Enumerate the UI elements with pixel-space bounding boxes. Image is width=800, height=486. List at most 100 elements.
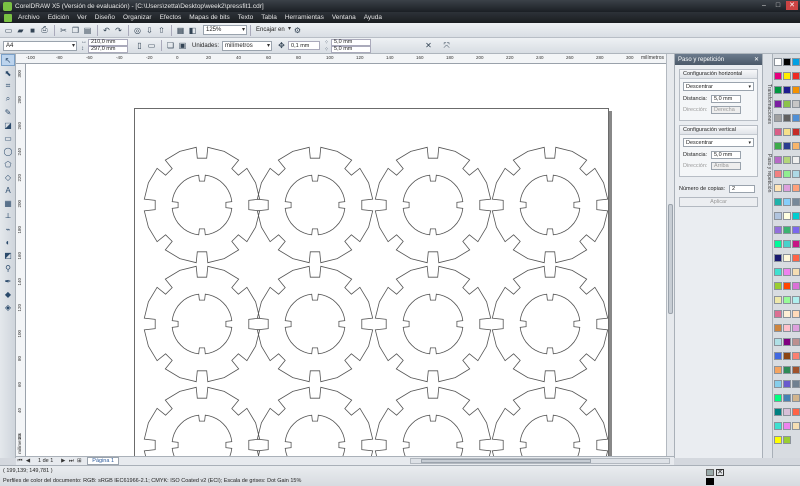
color-swatch[interactable] [774, 212, 782, 220]
app-launcher-icon[interactable]: ▦ [175, 25, 186, 36]
color-swatch[interactable] [774, 114, 782, 122]
horizontal-mode-dropdown[interactable]: Descentrar ▾ [683, 82, 754, 91]
landscape-icon[interactable]: ▭ [146, 40, 157, 51]
vertical-distance-field[interactable]: 5,0 mm [711, 151, 741, 159]
color-swatch[interactable] [783, 422, 791, 430]
color-swatch[interactable] [783, 128, 791, 136]
all-pages-icon[interactable]: ❏ [165, 40, 176, 51]
zoom-level-combo[interactable]: 125% ▾ [203, 25, 247, 35]
color-swatch[interactable] [792, 114, 800, 122]
color-swatch[interactable] [774, 296, 782, 304]
color-swatch[interactable] [792, 394, 800, 402]
redo-icon[interactable]: ↷ [113, 25, 124, 36]
nudge-distance-field[interactable]: 0,1 mm [288, 41, 321, 50]
current-page-icon[interactable]: ▣ [177, 40, 188, 51]
color-swatch[interactable] [774, 394, 782, 402]
drawing-page[interactable] [134, 108, 609, 456]
export-icon[interactable]: ⇧ [156, 25, 167, 36]
color-swatch[interactable] [783, 254, 791, 262]
color-swatch[interactable] [783, 366, 791, 374]
treat-as-filled-icon[interactable]: ⤧ [441, 40, 452, 51]
color-swatch[interactable] [792, 86, 800, 94]
gear-outline[interactable] [256, 386, 374, 456]
vertical-scrollbar[interactable] [666, 54, 674, 456]
freehand-tool-icon[interactable]: ✎ [1, 106, 15, 118]
menu-herramientas[interactable]: Herramientas [285, 14, 324, 21]
color-swatch[interactable] [783, 198, 791, 206]
table-tool-icon[interactable]: ▦ [1, 197, 15, 209]
outline-pen-icon[interactable]: ✒ [1, 275, 15, 287]
color-swatch[interactable] [774, 310, 782, 318]
horizontal-scroll-thumb[interactable] [421, 459, 591, 463]
color-swatch[interactable] [792, 296, 800, 304]
color-swatch[interactable] [792, 100, 800, 108]
color-swatch[interactable] [774, 324, 782, 332]
gear-inner-hole[interactable] [284, 174, 346, 236]
gear-inner-hole[interactable] [284, 293, 346, 355]
search-content-icon[interactable]: ◎ [132, 25, 143, 36]
color-swatch[interactable] [774, 436, 782, 444]
color-swatch[interactable] [774, 58, 782, 66]
color-swatch[interactable] [792, 226, 800, 234]
zoom-tool-icon[interactable]: ⌕ [1, 93, 15, 105]
menu-ayuda[interactable]: Ayuda [364, 14, 382, 21]
gear-inner-hole[interactable] [519, 174, 581, 236]
save-icon[interactable]: ■ [27, 25, 38, 36]
welcome-screen-icon[interactable]: ◧ [187, 25, 198, 36]
connector-tool-icon[interactable]: ⌁ [1, 223, 15, 235]
color-swatch[interactable] [783, 100, 791, 108]
close-button[interactable]: ✕ [786, 1, 798, 10]
color-swatch[interactable] [783, 268, 791, 276]
rectangle-tool-icon[interactable]: ▭ [1, 132, 15, 144]
shape-tool-icon[interactable]: ⬉ [1, 67, 15, 79]
transparency-tool-icon[interactable]: ◩ [1, 249, 15, 261]
interactive-fill-icon[interactable]: ◈ [1, 301, 15, 313]
color-swatch[interactable] [792, 422, 800, 430]
gear-outline[interactable] [143, 146, 261, 264]
color-swatch[interactable] [774, 268, 782, 276]
color-swatch[interactable] [774, 184, 782, 192]
color-swatch[interactable] [783, 408, 791, 416]
gear-outline[interactable] [143, 265, 261, 383]
undo-icon[interactable]: ↶ [101, 25, 112, 36]
next-page-icon[interactable]: ▶ [59, 458, 67, 464]
gear-inner-hole[interactable] [519, 414, 581, 456]
color-swatch[interactable] [792, 310, 800, 318]
apply-button[interactable]: Aplicar [679, 197, 758, 207]
color-swatch[interactable] [792, 240, 800, 248]
page-width-field[interactable]: 210,0 mm [88, 38, 128, 46]
color-swatch[interactable] [792, 170, 800, 178]
color-swatch[interactable] [792, 324, 800, 332]
color-swatch[interactable] [774, 198, 782, 206]
menu-ver[interactable]: Ver [77, 14, 87, 21]
color-swatch[interactable] [783, 114, 791, 122]
crosshair-icon[interactable]: ✕ [423, 40, 434, 51]
print-icon[interactable]: ⎙ [39, 25, 50, 36]
menu-edicion[interactable]: Edición [48, 14, 69, 21]
color-swatch[interactable] [783, 338, 791, 346]
color-swatch[interactable] [783, 72, 791, 80]
gear-inner-hole[interactable] [402, 414, 464, 456]
color-swatch[interactable] [783, 380, 791, 388]
color-swatch[interactable] [783, 296, 791, 304]
fill-tool-icon[interactable]: ◆ [1, 288, 15, 300]
color-swatch[interactable] [792, 282, 800, 290]
prev-page-icon[interactable]: ◀ [24, 458, 32, 464]
menu-ventana[interactable]: Ventana [332, 14, 356, 21]
gear-outline[interactable] [374, 386, 492, 456]
color-swatch[interactable] [774, 128, 782, 136]
gear-inner-hole[interactable] [402, 174, 464, 236]
duplicate-y-field[interactable]: 5,0 mm [331, 45, 372, 53]
gear-outline[interactable] [256, 265, 374, 383]
color-swatch[interactable] [774, 226, 782, 234]
vertical-settings-title[interactable]: Configuración vertical [680, 126, 757, 135]
color-swatch[interactable] [792, 338, 800, 346]
color-swatch[interactable] [774, 170, 782, 178]
horizontal-distance-field[interactable]: 5,0 mm [711, 95, 741, 103]
color-swatch[interactable] [783, 86, 791, 94]
paste-icon[interactable]: ▤ [82, 25, 93, 36]
document-icon[interactable] [4, 13, 12, 22]
color-swatch[interactable] [792, 380, 800, 388]
color-swatch[interactable] [792, 408, 800, 416]
color-swatch[interactable] [792, 58, 800, 66]
